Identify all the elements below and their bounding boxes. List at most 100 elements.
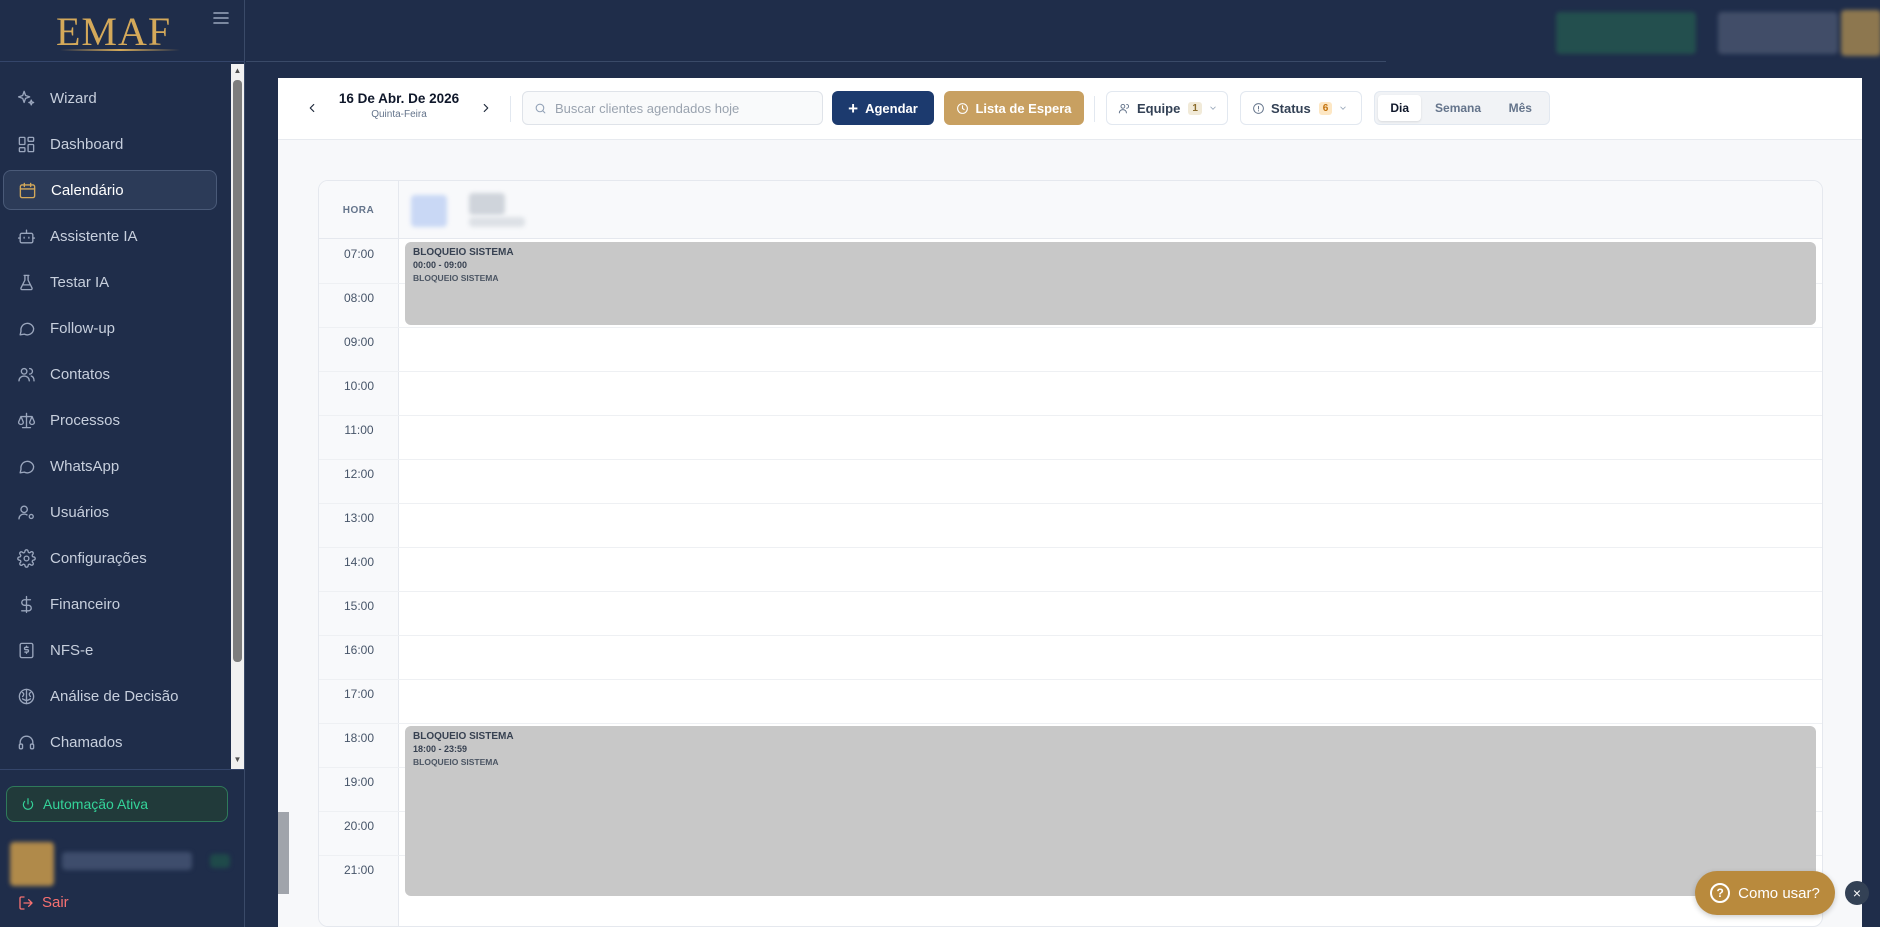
hour-label: 09:00 [343, 335, 375, 349]
sidebar-scroll-thumb[interactable] [233, 80, 242, 662]
sidebar-item-label: WhatsApp [50, 457, 120, 475]
gear-icon [16, 548, 36, 568]
calendar-event[interactable]: BLOQUEIO SISTEMA 18:00 - 23:59 BLOQUEIO … [405, 726, 1816, 896]
calendar-event[interactable]: BLOQUEIO SISTEMA 00:00 - 09:00 BLOQUEIO … [405, 242, 1816, 325]
sidebar-item-analise-decisao[interactable]: Análise de Decisão [3, 676, 217, 716]
team-filter-dropdown[interactable]: Equipe 1 [1106, 91, 1228, 125]
professional-role-blurred [469, 217, 525, 227]
professional-avatar [411, 195, 447, 227]
hour-gridline [319, 547, 1822, 548]
scroll-down-icon[interactable]: ▼ [233, 755, 242, 765]
status-filter-dropdown[interactable]: Status 6 [1240, 91, 1362, 125]
sidebar-item-assistente-ia[interactable]: Assistente IA [3, 216, 217, 256]
receipt-icon [16, 640, 36, 660]
users-icon [1118, 103, 1130, 113]
sidebar-item-follow-up[interactable]: Follow-up [3, 308, 217, 348]
team-filter-label: Equipe [1137, 100, 1181, 116]
sidebar-item-configuracoes[interactable]: Configurações [3, 538, 217, 578]
sidebar-item-calendario[interactable]: Calendário [3, 170, 217, 210]
view-week-button[interactable]: Semana [1421, 95, 1494, 121]
users-icon [16, 364, 36, 384]
power-icon [21, 797, 35, 811]
top-avatar[interactable] [1841, 10, 1880, 56]
chevron-down-icon [1340, 106, 1347, 110]
sparkle-icon [16, 88, 36, 108]
sidebar-item-whatsapp[interactable]: WhatsApp [3, 446, 217, 486]
professional-name-blurred [469, 193, 505, 215]
sidebar-item-dashboard[interactable]: Dashboard [3, 124, 217, 164]
divider [1094, 96, 1095, 122]
close-help-button[interactable]: × [1845, 881, 1869, 905]
sidebar-item-nfse[interactable]: NFS-e [3, 630, 217, 670]
sidebar-item-chamados[interactable]: Chamados [3, 722, 217, 762]
app-logo[interactable]: EMAF [56, 8, 171, 55]
hour-gridline [319, 415, 1822, 416]
search-box[interactable] [522, 91, 823, 125]
sidebar-item-label: Chamados [50, 733, 123, 751]
user-cog-icon [16, 502, 36, 522]
grid-icon [16, 134, 36, 154]
top-bar [246, 0, 1880, 61]
agendar-button[interactable]: + Agendar [832, 91, 934, 125]
agendar-label: Agendar [865, 100, 918, 116]
hour-gridline [319, 459, 1822, 460]
clock-icon [957, 102, 969, 114]
user-name-blurred [62, 852, 192, 870]
info-icon [1253, 102, 1264, 114]
next-day-button[interactable] [476, 98, 496, 118]
hour-gridline [319, 371, 1822, 372]
sidebar-item-financeiro[interactable]: Financeiro [3, 584, 217, 624]
help-button[interactable]: ? Como usar? [1695, 871, 1835, 915]
hour-label: 10:00 [343, 379, 375, 393]
search-input[interactable] [555, 100, 805, 116]
calendar-toolbar: 16 De Abr. De 2026 Quinta-Feira + Agenda… [278, 78, 1862, 140]
chevron-down-icon [1210, 106, 1216, 110]
sidebar-item-label: NFS-e [50, 641, 94, 659]
event-description: BLOQUEIO SISTEMA [413, 757, 499, 767]
calendar-header: HORA [319, 181, 1822, 239]
automation-status-button[interactable]: Automação Ativa [6, 786, 228, 822]
user-profile[interactable] [10, 838, 240, 888]
sidebar-item-label: Wizard [50, 89, 97, 107]
side-panel-handle[interactable] [278, 812, 289, 894]
chat-icon [16, 318, 36, 338]
sidebar-item-usuarios[interactable]: Usuários [3, 492, 217, 532]
event-description: BLOQUEIO SISTEMA [413, 273, 499, 283]
hour-column-header: HORA [319, 181, 399, 239]
prev-day-button[interactable] [302, 98, 322, 118]
sidebar-item-label: Processos [50, 411, 121, 429]
view-day-button[interactable]: Dia [1378, 95, 1422, 121]
status-filter-label: Status [1271, 100, 1311, 116]
logout-button[interactable]: Sair [18, 894, 69, 911]
sidebar-item-processos[interactable]: Processos [3, 400, 217, 440]
sidebar-item-testar-ia[interactable]: Testar IA [3, 262, 217, 302]
hour-label: 21:00 [343, 863, 375, 877]
sidebar-item-contatos[interactable]: Contatos [3, 354, 217, 394]
divider [510, 96, 511, 122]
top-user-info-blurred [1718, 12, 1838, 54]
hour-gridline [319, 679, 1822, 680]
scroll-up-icon[interactable]: ▲ [233, 66, 242, 76]
chevron-left-icon [309, 103, 315, 113]
event-time: 00:00 - 09:00 [413, 260, 468, 270]
plus-icon: + [848, 98, 859, 118]
hour-gridline [319, 327, 1822, 328]
sidebar-item-label: Análise de Decisão [50, 687, 179, 705]
menu-icon[interactable] [212, 10, 232, 26]
hour-gridline [319, 635, 1822, 636]
sidebar-item-label: Follow-up [50, 319, 116, 337]
sidebar-item-wizard[interactable]: Wizard [3, 78, 217, 118]
event-time: 18:00 - 23:59 [413, 744, 468, 754]
hour-label: 08:00 [343, 291, 375, 305]
view-month-button[interactable]: Mês [1495, 95, 1546, 121]
automation-label: Automação Ativa [43, 796, 149, 812]
main-content: 16 De Abr. De 2026 Quinta-Feira + Agenda… [278, 78, 1862, 927]
chevron-right-icon [483, 103, 489, 113]
calendar-icon [17, 180, 37, 200]
sidebar-item-label: Configurações [50, 549, 147, 567]
waitlist-button[interactable]: Lista de Espera [944, 91, 1084, 125]
hour-label: 16:00 [343, 643, 375, 657]
hour-gridline [319, 591, 1822, 592]
hour-label: 11:00 [344, 423, 374, 437]
sidebar-item-label: Calendário [51, 181, 124, 199]
